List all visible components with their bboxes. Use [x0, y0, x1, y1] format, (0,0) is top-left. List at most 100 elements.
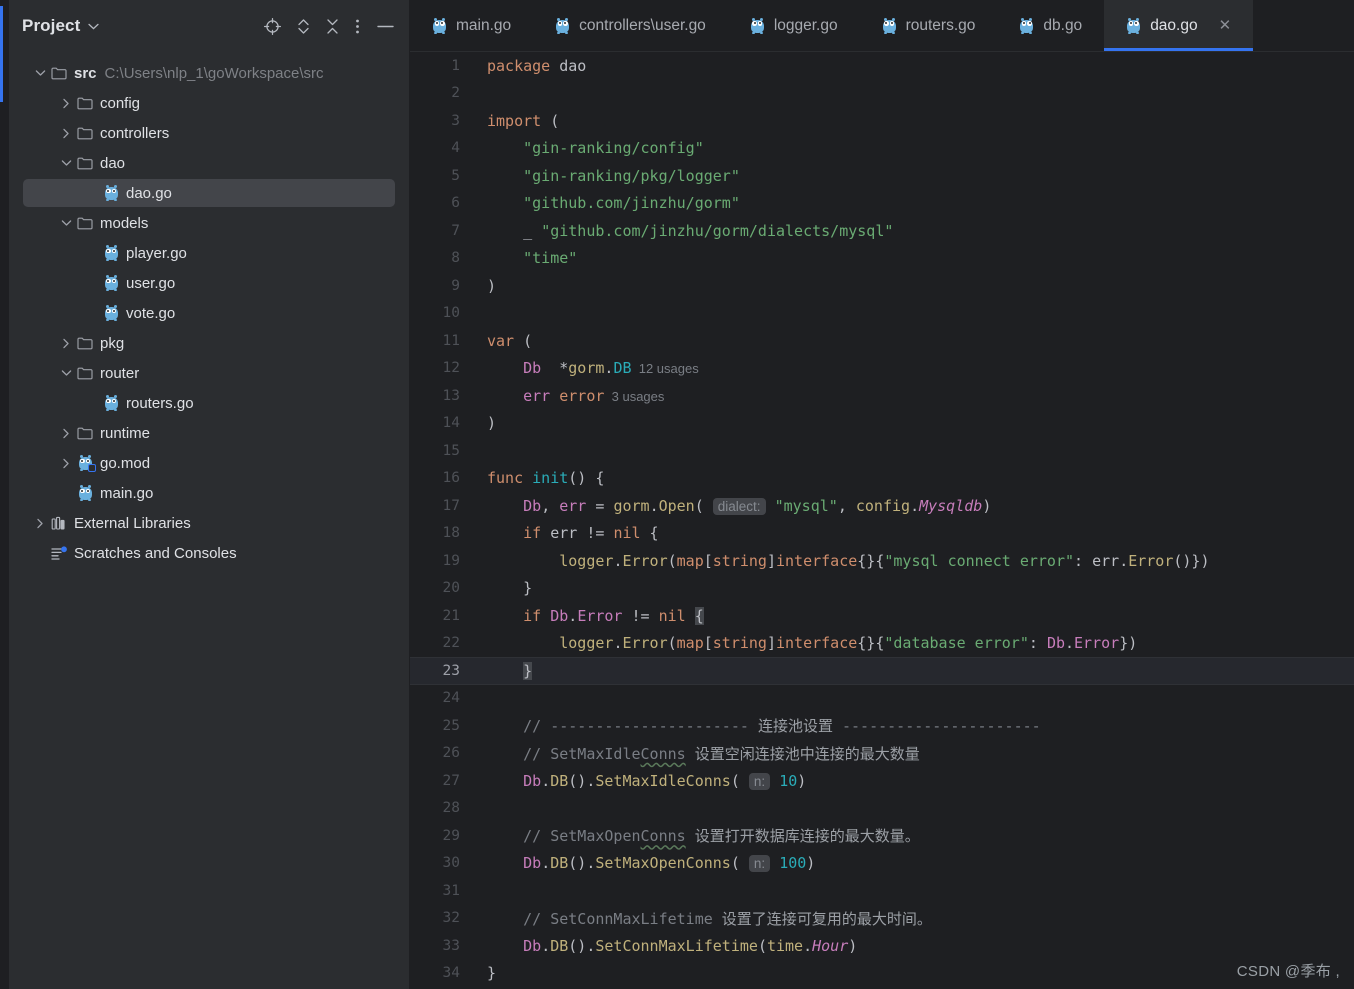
usage-hint[interactable]: 12 usages: [632, 361, 699, 376]
tree-item-external-libraries[interactable]: External Libraries: [9, 508, 409, 538]
chevron-right-icon[interactable]: [57, 334, 75, 352]
tree-item-player-go[interactable]: player.go: [9, 238, 409, 268]
code-line[interactable]: 8 "time": [410, 245, 1354, 273]
code-line[interactable]: 10: [410, 300, 1354, 328]
code-line[interactable]: 1 package dao: [410, 52, 1354, 80]
chevron-down-icon[interactable]: [57, 154, 75, 172]
code-line[interactable]: 22 logger.Error(map[string]interface{}{"…: [410, 630, 1354, 658]
go-file-icon: [432, 17, 447, 34]
editor-tab-logger-go[interactable]: logger.go: [728, 0, 860, 51]
project-panel-title[interactable]: Project: [22, 16, 80, 36]
chevron-right-icon[interactable]: [57, 424, 75, 442]
code-line[interactable]: 4 "gin-ranking/config": [410, 135, 1354, 163]
editor-tab-main-go[interactable]: main.go: [410, 0, 533, 51]
tree-item-go-mod[interactable]: go.mod: [9, 448, 409, 478]
chevron-right-icon[interactable]: [57, 124, 75, 142]
chevron-down-icon[interactable]: [31, 64, 49, 82]
code-text: func init() {: [487, 469, 1354, 487]
code-line[interactable]: 2: [410, 80, 1354, 108]
code-line[interactable]: 33 Db.DB().SetConnMaxLifetime(time.Hour): [410, 932, 1354, 960]
code-line[interactable]: 15: [410, 437, 1354, 465]
tree-item-dao-go[interactable]: dao.go: [9, 178, 409, 208]
token-punc: [541, 524, 550, 542]
tree-item-src[interactable]: src C:\Users\nlp_1\goWorkspace\src: [9, 58, 409, 88]
code-line[interactable]: 12 Db *gorm.DB 12 usages: [410, 355, 1354, 383]
tree-item-pkg[interactable]: pkg: [9, 328, 409, 358]
code-text: var (: [487, 332, 1354, 350]
usage-hint[interactable]: 3 usages: [604, 389, 665, 404]
code-line[interactable]: 25 // ---------------------- 连接池设置 -----…: [410, 712, 1354, 740]
code-line[interactable]: 18 if err != nil {: [410, 520, 1354, 548]
tree-item-routers-go[interactable]: routers.go: [9, 388, 409, 418]
token-punc: [487, 194, 523, 212]
token-punc: {}{: [857, 551, 885, 570]
tree-item-main-go[interactable]: main.go: [9, 478, 409, 508]
code-line[interactable]: 20 }: [410, 575, 1354, 603]
code-text: package dao: [487, 57, 1354, 75]
code-line[interactable]: 27 Db.DB().SetMaxIdleConns( n: 10): [410, 767, 1354, 795]
code-line[interactable]: 31: [410, 877, 1354, 905]
token-str: "github.com/jinzhu/gorm": [523, 194, 740, 213]
code-line[interactable]: 5 "gin-ranking/pkg/logger": [410, 162, 1354, 190]
tree-item-config[interactable]: config: [9, 88, 409, 118]
tree-item-dao[interactable]: dao: [9, 148, 409, 178]
code-line[interactable]: 6 "github.com/jinzhu/gorm": [410, 190, 1354, 218]
code-line[interactable]: 32 // SetConnMaxLifetime 设置了连接可复用的最大时间。: [410, 905, 1354, 933]
code-line[interactable]: 29 // SetMaxOpenConns 设置打开数据库连接的最大数量。: [410, 822, 1354, 850]
code-line[interactable]: 24: [410, 685, 1354, 713]
code-editor[interactable]: 1 package dao 2 3 import (4 "gin-ranking/con…: [410, 52, 1354, 989]
code-line[interactable]: 23 }: [410, 657, 1354, 685]
chevron-right-icon[interactable]: [31, 514, 49, 532]
folder-icon: [77, 217, 93, 230]
folder-icon: [75, 334, 95, 352]
expand-collapse-icon[interactable]: [297, 18, 310, 35]
code-line[interactable]: 11 var (: [410, 327, 1354, 355]
tree-item-runtime[interactable]: runtime: [9, 418, 409, 448]
code-line[interactable]: 21 if Db.Error != nil {: [410, 602, 1354, 630]
minimize-icon[interactable]: [376, 18, 395, 35]
code-line[interactable]: 17 Db, err = gorm.Open( dialect: "mysql"…: [410, 492, 1354, 520]
tree-item-router[interactable]: router: [9, 358, 409, 388]
code-line[interactable]: 30 Db.DB().SetMaxOpenConns( n: 100): [410, 850, 1354, 878]
code-text: Db.DB().SetConnMaxLifetime(time.Hour): [487, 937, 1354, 955]
chevron-right-icon[interactable]: [57, 454, 75, 472]
token-punc: [487, 249, 523, 267]
code-line[interactable]: 9): [410, 272, 1354, 300]
tree-item-controllers[interactable]: controllers: [9, 118, 409, 148]
scratches-icon: [50, 545, 67, 560]
chevron-down-icon[interactable]: [57, 364, 75, 382]
collapse-all-icon[interactable]: [326, 18, 339, 35]
code-line[interactable]: 34}: [410, 960, 1354, 988]
code-line[interactable]: 14): [410, 410, 1354, 438]
tree-item-vote-go[interactable]: vote.go: [9, 298, 409, 328]
code-line[interactable]: 19 logger.Error(map[string]interface{}{"…: [410, 547, 1354, 575]
token-punc: (: [667, 634, 677, 653]
tree-item-models[interactable]: models: [9, 208, 409, 238]
tree-item-user-go[interactable]: user.go: [9, 268, 409, 298]
token-fn: gorm: [568, 359, 605, 378]
chevron-down-icon[interactable]: [88, 23, 99, 30]
go-file-icon: [104, 305, 119, 321]
code-content[interactable]: 1 package dao 2 3 import (4 "gin-ranking/con…: [410, 52, 1354, 987]
go-file-icon: [101, 274, 121, 292]
editor-tab-db-go[interactable]: db.go: [997, 0, 1104, 51]
editor-tab-controllers-user-go[interactable]: controllers\user.go: [533, 0, 728, 51]
code-line[interactable]: 28: [410, 795, 1354, 823]
code-line[interactable]: 3 import (: [410, 107, 1354, 135]
code-line[interactable]: 16 func init() {: [410, 465, 1354, 493]
token-punc: }: [487, 579, 533, 598]
code-line[interactable]: 7 _ "github.com/jinzhu/gorm/dialects/mys…: [410, 217, 1354, 245]
close-icon[interactable]: ✕: [1219, 18, 1232, 33]
editor-tab-dao-go[interactable]: dao.go ✕: [1104, 0, 1254, 51]
code-line[interactable]: 26 // SetMaxIdleConns 设置空闲连接池中连接的最大数量: [410, 740, 1354, 768]
code-line[interactable]: 13 err error 3 usages: [410, 382, 1354, 410]
more-options-icon[interactable]: [355, 18, 360, 35]
chevron-down-icon[interactable]: [57, 214, 75, 232]
code-text: "github.com/jinzhu/gorm": [487, 194, 1354, 212]
tree-item-scratches-and-consoles[interactable]: Scratches and Consoles: [9, 538, 409, 568]
go-file-icon: [101, 184, 121, 202]
select-opened-file-icon[interactable]: [264, 17, 281, 35]
editor-tab-routers-go[interactable]: routers.go: [860, 0, 998, 51]
token-ident: err: [550, 524, 578, 543]
chevron-right-icon[interactable]: [57, 94, 75, 112]
